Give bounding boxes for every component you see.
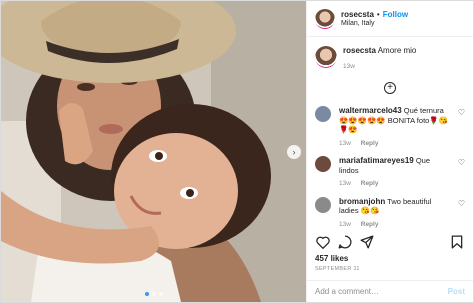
- photo-illustration: [1, 1, 306, 302]
- heart-icon[interactable]: ♡: [458, 108, 465, 117]
- bookmark-icon[interactable]: [449, 234, 465, 250]
- post-sidebar: rosecsta • Follow Milan, Italy rosecsta …: [306, 1, 473, 302]
- post-photo[interactable]: ›: [1, 1, 306, 302]
- carousel-indicator: [1, 292, 306, 296]
- carousel-dot: [151, 292, 156, 296]
- comment-time[interactable]: 13w: [339, 180, 351, 187]
- post-button[interactable]: Post: [448, 287, 465, 296]
- carousel-dot: [144, 292, 149, 296]
- avatar[interactable]: [315, 46, 337, 68]
- avatar[interactable]: [315, 8, 335, 29]
- comment-item: mariafatimareyes19 Que lindos 13w Reply …: [315, 156, 465, 189]
- reply-button[interactable]: Reply: [361, 180, 379, 187]
- comment-username[interactable]: waltermarcelo43: [339, 106, 402, 115]
- caption: rosecsta Amore mio 13w: [315, 46, 465, 72]
- post-date: SEPTEMBER 11: [315, 266, 360, 272]
- post-header: rosecsta • Follow Milan, Italy: [307, 1, 473, 37]
- carousel-dot: [158, 292, 163, 296]
- comment-item: waltermarcelo43 Qué ternura 😍😍😍😍😍 BONITA…: [315, 106, 465, 148]
- add-comment-bar: Post: [307, 280, 473, 302]
- comment-username[interactable]: bromanjohn: [339, 197, 385, 206]
- author-username[interactable]: rosecsta: [341, 10, 374, 19]
- caption-time[interactable]: 13w: [343, 63, 355, 70]
- share-icon[interactable]: [359, 234, 375, 250]
- likes-count[interactable]: 457 likes: [315, 254, 348, 263]
- reply-button[interactable]: Reply: [361, 221, 379, 228]
- caption-username[interactable]: rosecsta: [343, 46, 376, 55]
- location-link[interactable]: Milan, Italy: [341, 20, 408, 27]
- instagram-post: › rosecsta • Follow Milan, Italy rosecst…: [0, 0, 474, 303]
- dot-separator: •: [376, 10, 380, 19]
- heart-icon[interactable]: ♡: [458, 199, 465, 208]
- comment-item: bromanjohn Two beautiful ladies 😘😘 13w R…: [315, 196, 465, 230]
- follow-button[interactable]: Follow: [383, 10, 408, 19]
- comment-icon[interactable]: [337, 234, 353, 250]
- comment-time[interactable]: 13w: [339, 140, 351, 147]
- heart-icon[interactable]: ♡: [458, 158, 465, 167]
- comment-time[interactable]: 13w: [339, 221, 351, 228]
- avatar[interactable]: [315, 106, 331, 122]
- comments-section: rosecsta Amore mio 13w + waltermarcelo43…: [307, 38, 473, 228]
- caption-text: Amore mio: [377, 46, 417, 55]
- comment-username[interactable]: mariafatimareyes19: [339, 156, 414, 165]
- heart-icon[interactable]: [315, 234, 331, 250]
- next-arrow-icon[interactable]: ›: [287, 145, 301, 159]
- avatar[interactable]: [315, 196, 331, 213]
- action-bar: [315, 233, 465, 251]
- comment-input[interactable]: [315, 287, 448, 296]
- reply-button[interactable]: Reply: [361, 140, 379, 147]
- avatar[interactable]: [315, 156, 331, 172]
- plus-circle-icon[interactable]: +: [384, 82, 396, 94]
